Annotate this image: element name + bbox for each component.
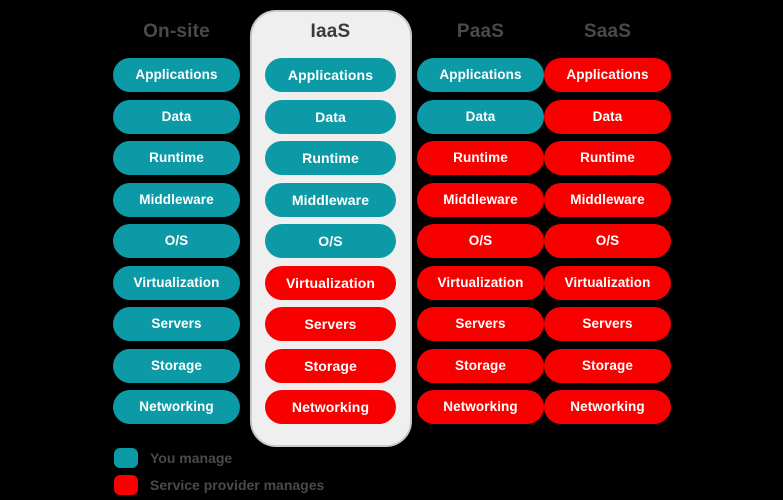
layer-paas-virtualization[interactable]: Virtualization [417,265,544,300]
layer-iaas-os[interactable]: O/S [265,224,396,258]
column-header-paas: PaaS [456,21,505,42]
layer-paas-storage[interactable]: Storage [417,348,544,383]
layer-saas-middleware[interactable]: Middleware [544,182,671,217]
layer-stack-on-site: Applications Data Runtime Middleware O/S… [113,58,240,432]
layer-on-site-servers[interactable]: Servers [113,307,240,341]
legend-label-you-manage: You manage [150,450,233,466]
layer-saas-networking[interactable]: Networking [544,390,671,424]
layer-paas-os[interactable]: O/S [417,224,544,258]
layer-on-site-runtime[interactable]: Runtime [113,141,240,175]
layer-saas-runtime[interactable]: Runtime [544,141,671,175]
layer-on-site-data[interactable]: Data [113,99,240,134]
layer-saas-data[interactable]: Data [544,99,671,134]
layer-paas-servers[interactable]: Servers [417,307,544,341]
cloud-service-models-diagram: On-site Applications Data Runtime Middle… [0,0,783,500]
legend-item-provider-manages: Service provider manages [114,473,324,497]
layer-saas-virtualization[interactable]: Virtualization [544,265,671,300]
layer-iaas-runtime[interactable]: Runtime [265,141,396,175]
layer-stack-iaas: Applications Data Runtime Middleware O/S… [265,58,396,432]
layer-paas-middleware[interactable]: Middleware [417,182,544,217]
legend-swatch-red-icon [114,475,138,495]
layer-on-site-middleware[interactable]: Middleware [113,182,240,217]
layer-iaas-applications[interactable]: Applications [265,58,396,92]
layer-on-site-applications[interactable]: Applications [113,58,240,92]
layer-iaas-middleware[interactable]: Middleware [265,182,396,217]
layer-iaas-servers[interactable]: Servers [265,307,396,341]
legend-swatch-teal-icon [114,448,138,468]
layer-paas-networking[interactable]: Networking [417,390,544,424]
layer-on-site-os[interactable]: O/S [113,224,240,258]
legend: You manage Service provider manages [114,446,324,500]
layer-on-site-storage[interactable]: Storage [113,348,240,383]
column-header-iaas: IaaS [310,21,351,42]
layer-saas-storage[interactable]: Storage [544,348,671,383]
layer-saas-applications[interactable]: Applications [544,58,671,92]
layer-stack-saas: Applications Data Runtime Middleware O/S… [544,58,671,432]
layer-on-site-virtualization[interactable]: Virtualization [113,265,240,300]
layer-saas-servers[interactable]: Servers [544,307,671,341]
layer-iaas-virtualization[interactable]: Virtualization [265,265,396,300]
layer-iaas-storage[interactable]: Storage [265,348,396,383]
layer-paas-runtime[interactable]: Runtime [417,141,544,175]
legend-item-you-manage: You manage [114,446,324,470]
column-header-on-site: On-site [143,21,210,42]
layer-iaas-networking[interactable]: Networking [265,390,396,424]
layer-saas-os[interactable]: O/S [544,224,671,258]
column-header-saas: SaaS [583,21,632,42]
layer-paas-data[interactable]: Data [417,99,544,134]
layer-stack-paas: Applications Data Runtime Middleware O/S… [417,58,544,432]
layer-paas-applications[interactable]: Applications [417,58,544,92]
layer-iaas-data[interactable]: Data [265,99,396,134]
legend-label-provider-manages: Service provider manages [150,477,325,493]
layer-on-site-networking[interactable]: Networking [113,390,240,424]
